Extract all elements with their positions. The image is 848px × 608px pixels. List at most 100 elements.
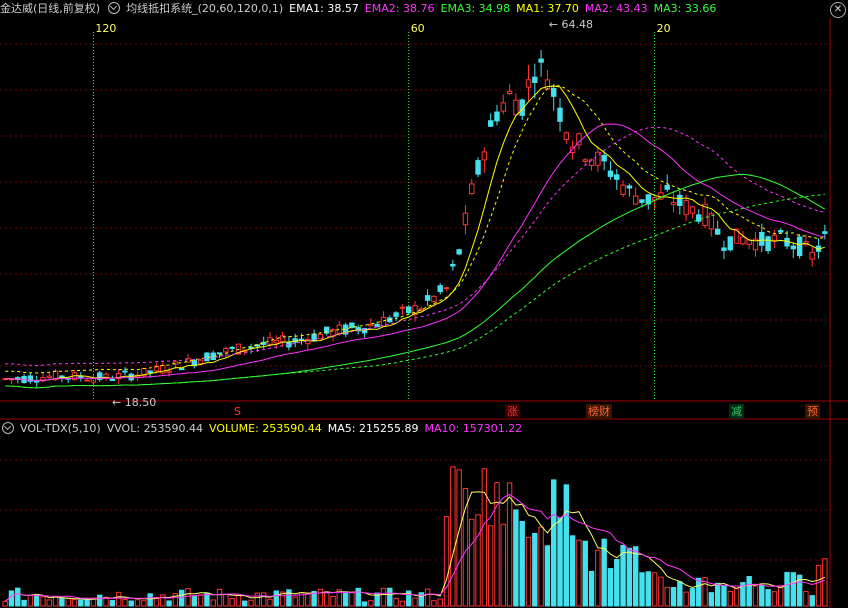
volume-bar — [229, 598, 235, 607]
volume-bar — [626, 547, 633, 607]
signal-badge[interactable]: 预 — [805, 404, 820, 419]
volume-bar — [822, 558, 828, 607]
candle-body — [216, 352, 223, 355]
volume-bar — [78, 599, 84, 607]
volume-bar — [305, 593, 311, 607]
volume-bar — [65, 598, 71, 607]
volume-bar — [670, 586, 677, 607]
candle-body — [525, 79, 532, 88]
chart-canvas[interactable]: 120 60 20 ← 64.48 ← 18.50 — [0, 0, 848, 608]
volume-bar — [147, 593, 153, 607]
candle-body — [273, 339, 279, 344]
volume-bar — [790, 572, 797, 607]
volume-bar — [513, 509, 519, 607]
candle-body — [689, 206, 696, 214]
candle-body — [759, 231, 765, 246]
volume-bar — [122, 599, 128, 607]
candle-body — [809, 251, 815, 260]
value-vvol: VVOL: 253590.44 — [106, 422, 204, 435]
deduct-marker-label: 20 — [657, 22, 671, 35]
volume-bar — [254, 592, 261, 607]
candle-body — [380, 316, 387, 327]
signal-badge[interactable]: 榜财 — [586, 404, 612, 419]
volume-bar — [557, 517, 563, 607]
settings-circle-icon[interactable] — [2, 422, 14, 434]
volume-bar — [97, 594, 103, 607]
value-ema1: EMA1: 38.57 — [289, 2, 359, 15]
volume-bar — [115, 591, 122, 607]
volume-bar — [248, 599, 254, 607]
volume-bar — [46, 599, 52, 607]
volume-bar — [166, 600, 172, 607]
volume-bar — [324, 591, 330, 607]
volume-bar — [759, 584, 765, 607]
volume-bar — [778, 585, 784, 607]
volume-bar — [469, 518, 475, 607]
volume-bar — [815, 564, 822, 607]
volume-bar — [784, 571, 790, 607]
volume-bar — [689, 588, 696, 607]
candle-body — [557, 107, 563, 122]
volume-bar — [197, 594, 204, 607]
candle-body — [632, 195, 639, 205]
vol-indicator-name[interactable]: VOL-TDX(5,10) — [20, 422, 101, 435]
candle-body — [765, 236, 771, 252]
candle-body — [740, 236, 746, 245]
volume-bar — [52, 596, 59, 607]
volume-bar — [733, 588, 740, 607]
candle-body — [639, 199, 645, 203]
volume-bar — [500, 523, 506, 607]
volume-bar — [185, 588, 191, 607]
volume-bar — [59, 597, 65, 607]
candle-body — [418, 308, 425, 311]
candle-body — [614, 174, 620, 180]
candle-body — [677, 194, 683, 207]
candle-body — [399, 306, 406, 309]
candle-body — [197, 359, 204, 365]
signal-badge[interactable]: 涨 — [505, 404, 520, 419]
volume-bar — [424, 588, 431, 607]
volume-bar — [525, 536, 532, 607]
candle-body — [778, 230, 784, 233]
stock-title: 金达威(日线,前复权) — [0, 2, 101, 15]
volume-bar — [160, 594, 166, 607]
volume-bar — [8, 590, 15, 607]
ema-line-short — [5, 85, 825, 374]
candle-body — [178, 367, 185, 371]
candle-body — [475, 160, 481, 175]
candle-body — [166, 370, 172, 374]
volume-bar — [721, 585, 727, 607]
candle-body — [349, 322, 355, 329]
volume-bar — [330, 595, 336, 607]
close-icon[interactable]: ✕ — [830, 2, 846, 18]
candle-body — [822, 231, 828, 234]
candle-body — [368, 323, 374, 327]
candle-body — [437, 285, 443, 292]
candle-body — [708, 213, 715, 230]
candle-body — [424, 295, 431, 301]
volume-bar — [771, 591, 778, 607]
volume-bar — [71, 599, 78, 607]
volume-bar — [569, 535, 576, 607]
settings-circle-icon[interactable] — [108, 2, 121, 14]
candle-body — [456, 249, 462, 255]
value-ma1: MA1: 37.70 — [516, 2, 579, 15]
volume-bar — [27, 594, 34, 607]
high-price-label: ← 64.48 — [549, 18, 593, 31]
value-ma5: MA5: 215255.89 — [327, 422, 419, 435]
volume-bar — [235, 594, 242, 607]
indicator-name[interactable]: 均线抵扣系统_(20,60,120,0,1) — [126, 2, 283, 15]
volume-bar — [260, 592, 267, 607]
volume-bar — [620, 544, 626, 607]
volume-bar — [84, 599, 90, 607]
signal-badge[interactable]: 减 — [729, 404, 744, 419]
signal-badge[interactable]: S — [232, 404, 243, 419]
candle-body — [443, 287, 450, 290]
candle-body — [506, 90, 513, 95]
volume-bar — [519, 520, 525, 607]
value-ma3: MA3: 33.66 — [653, 2, 717, 15]
volume-bar — [487, 525, 494, 607]
volume-bar — [588, 570, 595, 607]
volume-bar — [607, 568, 614, 607]
candle-body — [109, 378, 116, 381]
